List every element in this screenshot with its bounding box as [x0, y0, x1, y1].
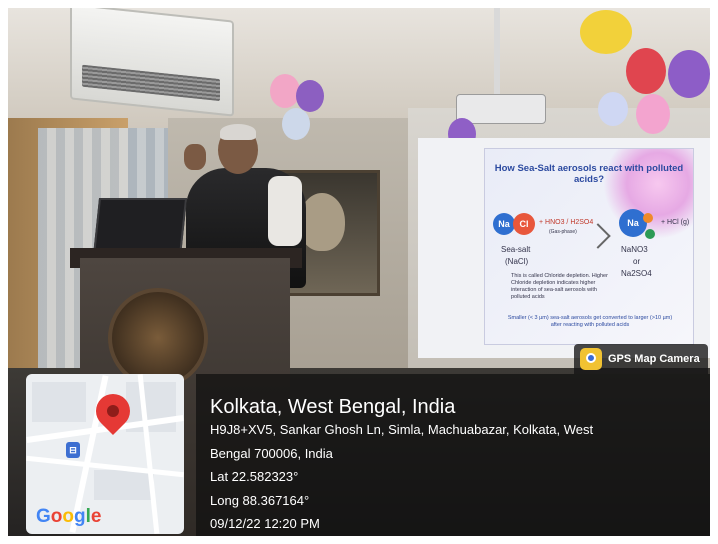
speaker-raised-hand — [184, 144, 206, 170]
google-logo-letter: e — [90, 506, 102, 527]
phase-label: (Gas-phase) — [549, 229, 577, 235]
latitude: Lat 22.582323° — [210, 469, 299, 484]
train-station-icon: ⊟ — [66, 442, 80, 458]
slide-explanation: This is called Chloride depletion. Highe… — [511, 273, 608, 300]
product-nano3: NaNO3 — [621, 245, 648, 254]
balloon — [282, 108, 310, 140]
google-logo-letter: G — [36, 506, 51, 527]
slide-title: How Sea-Salt aerosols react with pollute… — [494, 163, 684, 185]
air-conditioner — [70, 8, 234, 117]
google-logo: Google — [36, 506, 101, 528]
product-or: or — [633, 257, 641, 266]
longitude: Long 88.367164° — [210, 493, 310, 508]
map-block — [32, 382, 86, 422]
reagent-label: + HNO3 / H2SO4 — [539, 219, 594, 226]
sulfate-ion — [645, 229, 655, 239]
address-line-2: Bengal 700006, India — [210, 446, 333, 461]
address-line-1: H9J8+XV5, Sankar Ghosh Ln, Simla, Machua… — [210, 422, 594, 437]
product-na2so4: Na2SO4 — [621, 269, 652, 278]
gps-app-name: GPS Map Camera — [608, 353, 700, 365]
nitrate-ion — [643, 213, 653, 223]
google-logo-letter: o — [50, 506, 63, 527]
nacl-label: (NaCl) — [505, 257, 529, 266]
balloon — [668, 50, 710, 98]
photo-frame: How Sea-Salt aerosols react with pollute… — [8, 8, 710, 536]
sea-salt-label: Sea-salt — [501, 245, 531, 254]
google-logo-letter: o — [62, 506, 74, 527]
speaker-shirt — [268, 176, 302, 246]
balloon — [598, 92, 628, 126]
google-logo-letter: g — [74, 506, 86, 527]
balloon — [626, 48, 666, 94]
balloon — [636, 94, 670, 134]
podium-emblem — [108, 288, 208, 388]
map-thumbnail: ⊟ Google — [26, 374, 184, 534]
chloride-ion: Cl — [513, 213, 535, 235]
timestamp: 09/12/22 12:20 PM — [210, 516, 320, 531]
map-block — [94, 470, 154, 500]
slide-footnote: Smaller (< 3 µm) sea-salt aerosols get c… — [507, 315, 673, 328]
ac-grille — [82, 64, 220, 102]
balloon — [580, 10, 632, 54]
slide: How Sea-Salt aerosols react with pollute… — [484, 148, 694, 345]
camera-icon — [580, 348, 602, 370]
speaker-hair — [220, 124, 256, 140]
sodium-ion: Na — [493, 213, 515, 235]
projector-pole — [494, 8, 500, 96]
hcl-label: + HCl (g) — [661, 219, 690, 226]
location-title: Kolkata, West Bengal, India — [210, 396, 456, 418]
balloon — [296, 80, 324, 112]
gps-app-badge: GPS Map Camera — [574, 344, 708, 374]
sodium-ion-product: Na — [619, 209, 647, 237]
